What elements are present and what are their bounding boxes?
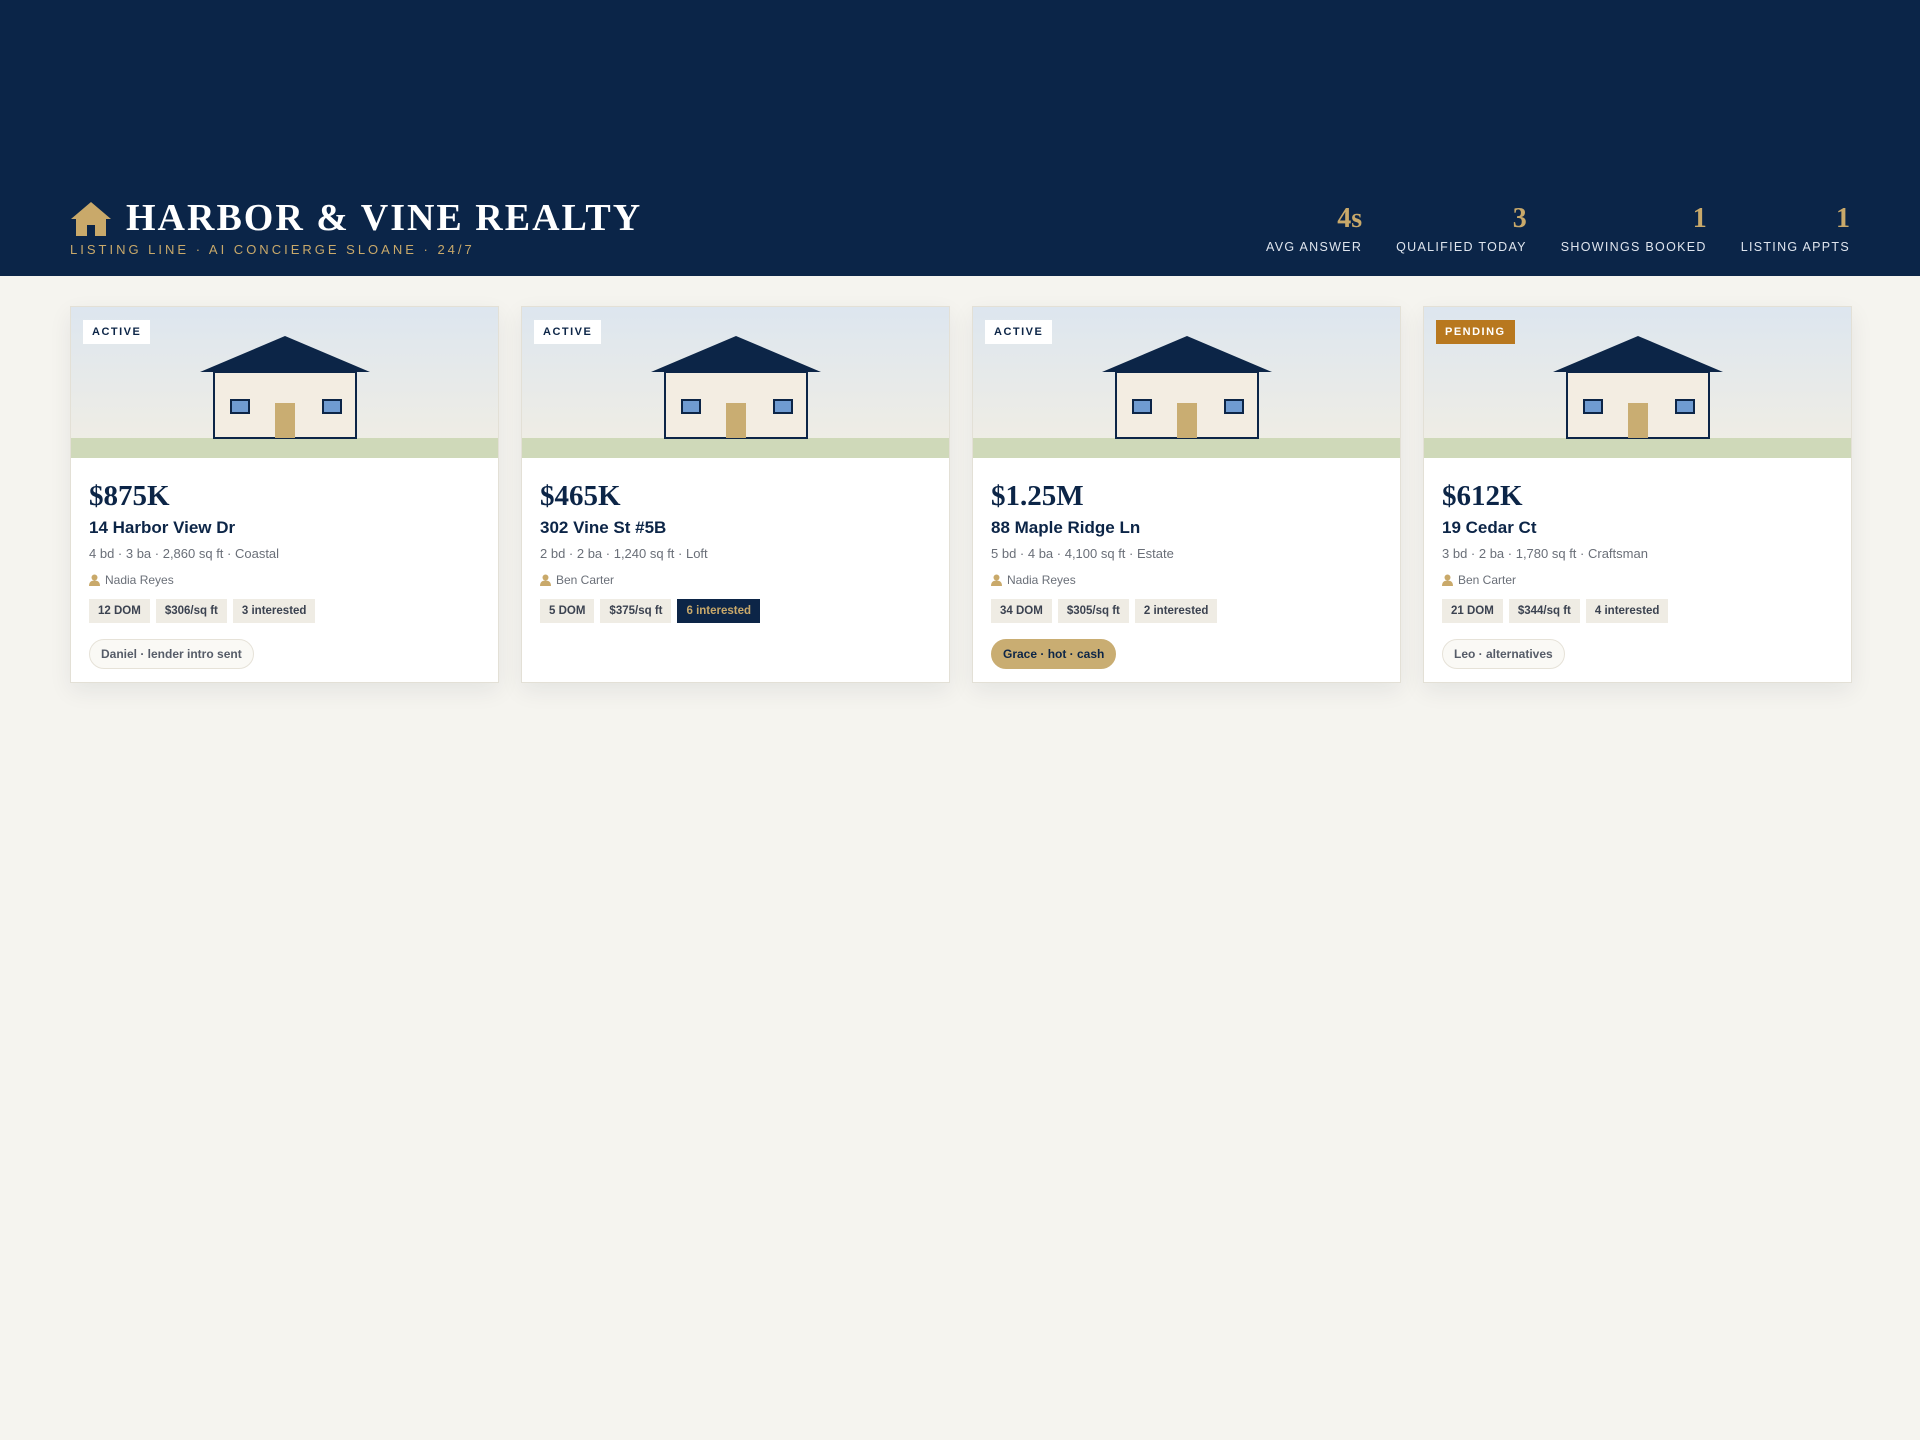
- person-icon: [991, 574, 1002, 586]
- listing-tags: 21 DOM $344/sq ft 4 interested: [1442, 599, 1833, 623]
- price-per-sqft-tag: $344/sq ft: [1508, 599, 1580, 623]
- listing-agent: Ben Carter: [1442, 573, 1833, 587]
- stat-showings-booked: 1 SHOWINGS BOOKED: [1560, 203, 1707, 255]
- listing-price: $875K: [89, 480, 170, 512]
- status-badge: ACTIVE: [534, 320, 602, 344]
- stat-value: 3: [1512, 203, 1527, 234]
- listing-details: 4 bd · 3 ba · 2,860 sq ft · Coastal: [89, 546, 280, 561]
- listing-address[interactable]: 88 Maple Ridge Ln: [991, 518, 1382, 538]
- stat-value: 4s: [1337, 203, 1363, 234]
- listing-price: $612K: [1442, 480, 1523, 512]
- agent-name: Nadia Reyes: [105, 573, 174, 587]
- listing-agent: Nadia Reyes: [89, 573, 480, 587]
- listing-photo: PENDING: [1424, 307, 1851, 458]
- stat-listing-appts: 1 LISTING APPTS: [1740, 203, 1850, 255]
- days-on-market-tag: 34 DOM: [991, 599, 1052, 623]
- person-icon: [1442, 574, 1453, 586]
- agent-name: Nadia Reyes: [1007, 573, 1076, 587]
- stat-value: 1: [1836, 203, 1850, 234]
- listing-tags: 12 DOM $306/sq ft 3 interested: [89, 599, 480, 623]
- interested-count-tag[interactable]: 2 interested: [1134, 599, 1218, 623]
- days-on-market-tag: 12 DOM: [89, 599, 150, 623]
- interested-count-tag[interactable]: 3 interested: [232, 599, 316, 623]
- listing-agent: Ben Carter: [540, 573, 931, 587]
- interested-count-tag[interactable]: 6 interested: [677, 599, 761, 623]
- listing-card[interactable]: ACTIVE $1.25M 88 Maple Ridge Ln 5 bd · 4…: [972, 306, 1401, 683]
- listing-details: 5 bd · 4 ba · 4,100 sq ft · Estate: [991, 546, 1174, 561]
- brand-title: HARBOR & VINE REALTY: [126, 197, 643, 239]
- listing-address[interactable]: 19 Cedar Ct: [1442, 518, 1833, 538]
- person-icon: [540, 574, 551, 586]
- status-badge: PENDING: [1436, 320, 1515, 344]
- listing-details: 3 bd · 2 ba · 1,780 sq ft · Craftsman: [1442, 546, 1648, 561]
- listing-price: $465K: [540, 480, 621, 512]
- lead-chip[interactable]: Grace · hot · cash: [991, 639, 1117, 669]
- listing-cards: ACTIVE $875K 14 Harbor View Dr 4 bd · 3 …: [70, 306, 1852, 683]
- lead-chip[interactable]: Leo · alternatives: [1442, 639, 1565, 669]
- listing-agent: Nadia Reyes: [991, 573, 1382, 587]
- stat-label: QUALIFIED TODAY: [1396, 240, 1527, 254]
- listing-card[interactable]: PENDING $612K 19 Cedar Ct 3 bd · 2 ba · …: [1423, 306, 1852, 683]
- price-per-sqft-tag: $305/sq ft: [1057, 599, 1129, 623]
- agent-name: Ben Carter: [1458, 573, 1517, 587]
- days-on-market-tag: 21 DOM: [1442, 599, 1503, 623]
- status-badge: ACTIVE: [985, 320, 1053, 344]
- listing-details: 2 bd · 2 ba · 1,240 sq ft · Loft: [540, 546, 708, 561]
- lead-chip[interactable]: Daniel · lender intro sent: [89, 639, 254, 669]
- price-per-sqft-tag: $375/sq ft: [600, 599, 672, 623]
- agent-name: Ben Carter: [556, 573, 615, 587]
- days-on-market-tag: 5 DOM: [540, 599, 595, 623]
- stat-label: SHOWINGS BOOKED: [1560, 240, 1707, 254]
- stat-value: 1: [1692, 203, 1707, 234]
- stat-label: AVG ANSWER: [1266, 240, 1363, 254]
- listing-photo: ACTIVE: [522, 307, 949, 458]
- listing-card[interactable]: ACTIVE $465K 302 Vine St #5B 2 bd · 2 ba…: [521, 306, 950, 683]
- house-icon: [71, 202, 111, 236]
- brand-subtitle: LISTING LINE · AI CONCIERGE SLOANE · 24/…: [70, 242, 475, 257]
- person-icon: [89, 574, 100, 586]
- price-per-sqft-tag: $306/sq ft: [155, 599, 227, 623]
- listing-address[interactable]: 302 Vine St #5B: [540, 518, 931, 538]
- interested-count-tag[interactable]: 4 interested: [1585, 599, 1669, 623]
- listing-tags: 5 DOM $375/sq ft 6 interested: [540, 599, 931, 623]
- stats-bar: 4s AVG ANSWER 3 QUALIFIED TODAY 1 SHOWIN…: [1266, 203, 1850, 255]
- status-badge: ACTIVE: [83, 320, 151, 344]
- stat-avg-answer: 4s AVG ANSWER: [1266, 203, 1363, 255]
- listing-tags: 34 DOM $305/sq ft 2 interested: [991, 599, 1382, 623]
- listing-photo: ACTIVE: [973, 307, 1400, 458]
- stat-label: LISTING APPTS: [1740, 240, 1850, 254]
- listing-photo: ACTIVE: [71, 307, 498, 458]
- stat-qualified-today: 3 QUALIFIED TODAY: [1396, 203, 1527, 255]
- listing-price: $1.25M: [991, 480, 1084, 512]
- app-header: HARBOR & VINE REALTY LISTING LINE · AI C…: [0, 0, 1920, 276]
- listing-address[interactable]: 14 Harbor View Dr: [89, 518, 480, 538]
- listing-card[interactable]: ACTIVE $875K 14 Harbor View Dr 4 bd · 3 …: [70, 306, 499, 683]
